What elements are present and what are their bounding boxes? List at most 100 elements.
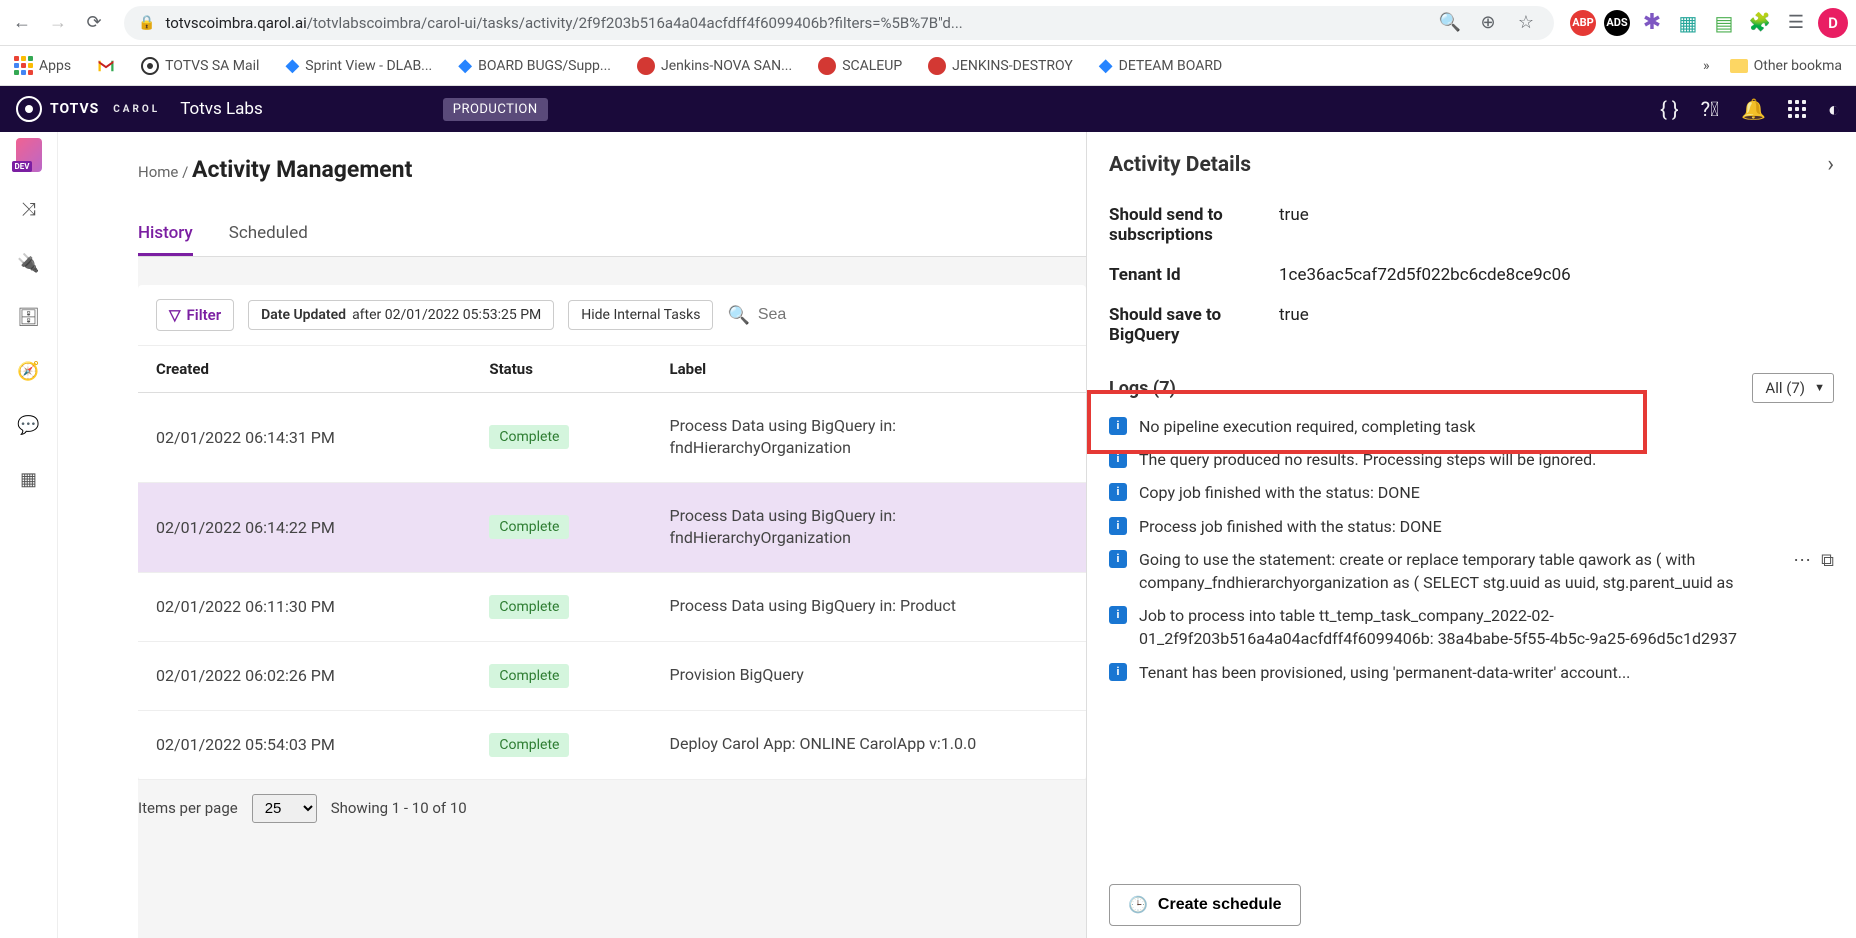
log-text: Process job finished with the status: DO… (1139, 515, 1834, 538)
bookmark-label: BOARD BUGS/Supp... (478, 58, 611, 74)
bookmark-apps[interactable]: Apps (8, 52, 77, 79)
clock-icon: 🕒 (1128, 895, 1148, 915)
cell-status: Complete (471, 710, 651, 779)
ads-extension-icon[interactable]: ADS (1604, 10, 1630, 36)
bookmark-gmail[interactable] (91, 55, 121, 77)
bookmarks-overflow[interactable]: » (1703, 58, 1710, 74)
table-row[interactable]: 02/01/2022 06:11:30 PM Complete Process … (138, 572, 1086, 641)
bell-icon[interactable]: 🔔 (1741, 97, 1766, 121)
help-icon[interactable]: ?⃝ (1701, 97, 1719, 121)
forward-button[interactable]: → (44, 9, 72, 37)
rail-compass[interactable]: 🧭 (16, 358, 42, 384)
install-app-icon[interactable]: ⊕ (1474, 9, 1502, 37)
info-icon: i (1109, 483, 1127, 501)
create-schedule-label: Create schedule (1158, 896, 1282, 914)
url-text: totvscoimbra.qarol.ai/totvlabscoimbra/ca… (165, 14, 1426, 32)
reading-list-icon[interactable]: ☰ (1782, 9, 1810, 37)
user-icon[interactable]: ◐ (1828, 97, 1840, 122)
main-container: DEV ⤨ 🔌 🗄 🧭 💬 ▦ Home / Activity Manageme… (0, 132, 1856, 938)
more-icon[interactable]: ⋯ (1793, 548, 1811, 574)
copy-icon[interactable]: ⧉ (1821, 548, 1834, 574)
search-wrap: 🔍 (727, 305, 807, 326)
bookmark-jenkins-destroy[interactable]: JENKINS-DESTROY (922, 53, 1079, 79)
detail-row: Should save to BigQuerytrue (1109, 295, 1834, 355)
bookmark-totvs-mail[interactable]: TOTVS SA Mail (135, 53, 265, 79)
table-row[interactable]: 02/01/2022 06:14:22 PM Complete Process … (138, 482, 1086, 572)
bookmark-other[interactable]: Other bookma (1724, 54, 1848, 78)
rail-chat[interactable]: 💬 (16, 412, 42, 438)
create-schedule-button[interactable]: 🕒 Create schedule (1109, 884, 1301, 926)
jira-icon: ◆ (285, 55, 299, 76)
details-panel: Activity Details › Should send to subscr… (1086, 132, 1856, 938)
extension-icon-5[interactable]: ▤ (1710, 9, 1738, 37)
jenkins-icon (818, 57, 836, 75)
table-row[interactable]: 02/01/2022 06:14:31 PM Complete Process … (138, 393, 1086, 483)
rail-database[interactable]: 🗄 (16, 304, 42, 330)
code-icon[interactable]: { } (1660, 97, 1679, 121)
filter-button[interactable]: ▽ Filter (156, 299, 234, 331)
log-item[interactable]: iGoing to use the statement: create or r… (1109, 548, 1834, 594)
reload-button[interactable]: ⟳ (80, 9, 108, 37)
rail-shuffle[interactable]: ⤨ (16, 196, 42, 222)
tab-scheduled[interactable]: Scheduled (229, 213, 308, 256)
breadcrumb-sep: / (178, 163, 192, 181)
log-text: Job to process into table tt_temp_task_c… (1139, 604, 1834, 650)
table-row[interactable]: 02/01/2022 06:02:26 PM Complete Provisio… (138, 641, 1086, 710)
bookmark-board-bugs[interactable]: ◆ BOARD BUGS/Supp... (452, 51, 617, 80)
col-label[interactable]: Label (651, 346, 1086, 393)
filter-chip-date[interactable]: Date Updated after 02/01/2022 05:53:25 P… (248, 300, 554, 330)
logs-filter-select[interactable]: All (7) (1752, 373, 1834, 403)
app-logo[interactable]: TOTVS CAROL (16, 96, 160, 122)
table-row[interactable]: 02/01/2022 05:54:03 PM Complete Deploy C… (138, 710, 1086, 779)
log-item[interactable]: iThe query produced no results. Processi… (1109, 448, 1834, 471)
abp-extension-icon[interactable]: ABP (1570, 10, 1596, 36)
detail-value: 1ce36ac5caf72d5f022bc6cde8ce9c06 (1279, 265, 1834, 285)
cell-created: 02/01/2022 06:14:31 PM (138, 393, 471, 483)
logs-header: Logs (7) All (7) (1109, 373, 1834, 403)
rail-plug[interactable]: 🔌 (16, 250, 42, 276)
bookmark-jenkins-nova[interactable]: Jenkins-NOVA SAN... (631, 53, 798, 79)
browser-toolbar: ← → ⟳ 🔒 totvscoimbra.qarol.ai/totvlabsco… (0, 0, 1856, 46)
carol-text: CAROL (113, 104, 160, 115)
col-status[interactable]: Status (471, 346, 651, 393)
chip-value: after 02/01/2022 05:53:25 PM (352, 307, 541, 323)
search-input[interactable] (758, 306, 808, 324)
info-icon: i (1109, 606, 1127, 624)
log-item[interactable]: iNo pipeline execution required, complet… (1109, 415, 1834, 438)
bookmark-label: JENKINS-DESTROY (952, 58, 1073, 74)
extension-icon-4[interactable]: ▦ (1674, 9, 1702, 37)
back-button[interactable]: ← (8, 9, 36, 37)
collapse-panel-icon[interactable]: › (1827, 152, 1834, 177)
cell-label: Process Data using BigQuery in: fndHiera… (651, 482, 1086, 572)
bookmark-deteam[interactable]: ◆ DETEAM BOARD (1093, 51, 1228, 80)
page-size-select[interactable]: 25 (252, 794, 317, 823)
profile-avatar[interactable]: D (1818, 8, 1848, 38)
hide-internal-tasks-button[interactable]: Hide Internal Tasks (568, 300, 713, 330)
extension-icon-3[interactable]: ✱ (1638, 9, 1666, 37)
lock-icon: 🔒 (138, 15, 155, 31)
cell-label: Deploy Carol App: ONLINE CarolApp v:1.0.… (651, 710, 1086, 779)
bookmark-scaleup[interactable]: SCALEUP (812, 53, 908, 79)
apps-menu-icon[interactable] (1788, 100, 1806, 118)
bookmarks-bar: Apps TOTVS SA Mail ◆ Sprint View - DLAB.… (0, 46, 1856, 86)
rail-home[interactable]: DEV (16, 142, 42, 168)
app-header: TOTVS CAROL Totvs Labs PRODUCTION { } ?⃝… (0, 86, 1856, 132)
log-item[interactable]: i Job to process into table tt_temp_task_… (1109, 604, 1834, 650)
breadcrumb-home[interactable]: Home (138, 163, 178, 181)
col-created[interactable]: Created (138, 346, 471, 393)
status-badge: Complete (489, 515, 569, 539)
url-bar[interactable]: 🔒 totvscoimbra.qarol.ai/totvlabscoimbra/… (124, 6, 1554, 40)
log-text: The query produced no results. Processin… (1139, 448, 1834, 471)
log-item[interactable]: iCopy job finished with the status: DONE (1109, 481, 1834, 504)
log-item[interactable]: iProcess job finished with the status: D… (1109, 515, 1834, 538)
star-icon[interactable]: ☆ (1512, 9, 1540, 37)
tab-history[interactable]: History (138, 213, 193, 256)
org-name[interactable]: Totvs Labs (180, 99, 263, 119)
rail-layout[interactable]: ▦ (16, 466, 42, 492)
log-item[interactable]: iTenant has been provisioned, using 'per… (1109, 661, 1834, 684)
extensions-puzzle-icon[interactable]: 🧩 (1746, 9, 1774, 37)
search-icon[interactable]: 🔍 (727, 305, 749, 326)
bookmark-sprint[interactable]: ◆ Sprint View - DLAB... (279, 51, 438, 80)
search-in-page-icon[interactable]: 🔍 (1436, 9, 1464, 37)
cell-created: 02/01/2022 06:14:22 PM (138, 482, 471, 572)
